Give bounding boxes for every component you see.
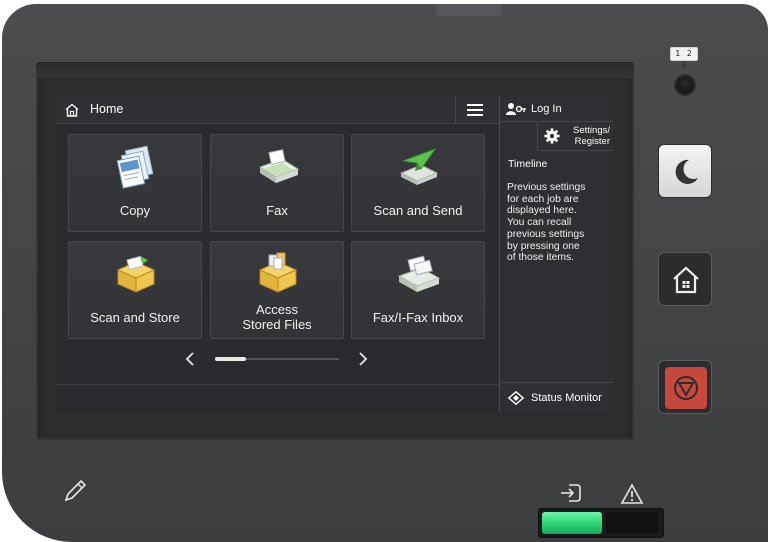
tile-fax[interactable]: Fax: [210, 134, 344, 232]
status-monitor-label: Status Monitor: [531, 392, 602, 404]
tile-scan-and-send[interactable]: Scan and Send: [351, 134, 485, 232]
settings-register-button[interactable]: Settings/ Register: [537, 122, 613, 151]
tile-copy[interactable]: Copy: [68, 134, 202, 232]
side-panel: Log In Settings/ Register Timeline Previ…: [499, 96, 613, 412]
data-input-icon: [561, 484, 581, 502]
error-led: [606, 512, 658, 534]
previous-page-icon[interactable]: [183, 350, 197, 368]
counter-check-button[interactable]: [674, 74, 696, 96]
panel-top-tab: [436, 4, 502, 16]
home-icon: [65, 103, 79, 117]
timeline-description: Previous settings for each job are displ…: [507, 182, 586, 264]
bottom-bar: [55, 384, 499, 412]
error-warning-icon: [620, 483, 644, 504]
user-key-icon: [506, 103, 526, 115]
log-in-button[interactable]: Log In: [500, 96, 613, 122]
touch-screen: Home Copy Fax Scan and Send Scan and Sto…: [55, 96, 613, 412]
tile-label: Scan and Send: [373, 203, 463, 218]
home-hw-button[interactable]: [658, 252, 712, 306]
timeline-title: Timeline: [508, 158, 548, 170]
settings-register-label: Settings/ Register: [573, 125, 610, 147]
tile-scan-and-store[interactable]: Scan and Store: [68, 241, 202, 339]
home-header: Home: [55, 96, 499, 124]
tile-label: Scan and Store: [90, 310, 180, 325]
scan-send-icon: [399, 147, 439, 185]
status-monitor-icon: [508, 391, 524, 405]
home-icon: [673, 266, 699, 294]
pen-icon[interactable]: [60, 476, 90, 506]
tile-label: Fax: [266, 203, 288, 218]
page-title: Home: [90, 102, 124, 116]
fax-inbox-icon: [397, 255, 441, 292]
stored-files-icon: [258, 252, 298, 293]
page-indicator-thumb: [215, 357, 246, 361]
log-in-label: Log In: [531, 103, 562, 115]
tile-access-stored-files[interactable]: Access Stored Files: [210, 241, 344, 339]
menu-button[interactable]: [455, 96, 493, 124]
tile-fax-inbox[interactable]: Fax/I-Fax Inbox: [351, 241, 485, 339]
moon-icon: [675, 159, 698, 184]
scan-store-icon: [116, 255, 156, 293]
next-page-icon[interactable]: [356, 350, 370, 368]
function-grid: Copy Fax Scan and Send Scan and Store Ac…: [55, 124, 499, 384]
gear-icon: [544, 128, 560, 144]
tile-label: Fax/I-Fax Inbox: [372, 310, 464, 325]
energy-saver-button[interactable]: [658, 144, 712, 198]
fax-icon: [258, 149, 300, 183]
processing-data-led: [542, 512, 602, 534]
counter-label: 1 2 3: [670, 47, 698, 70]
tile-label: Copy: [119, 203, 151, 218]
stop-button[interactable]: [658, 360, 712, 414]
stop-icon: [665, 367, 707, 409]
bezel-top-lip: [36, 62, 634, 78]
hamburger-menu-icon: [467, 104, 483, 116]
status-monitor-button[interactable]: Status Monitor: [500, 382, 613, 412]
tile-label: Access Stored Files: [242, 302, 312, 332]
copy-icon: [116, 145, 154, 189]
